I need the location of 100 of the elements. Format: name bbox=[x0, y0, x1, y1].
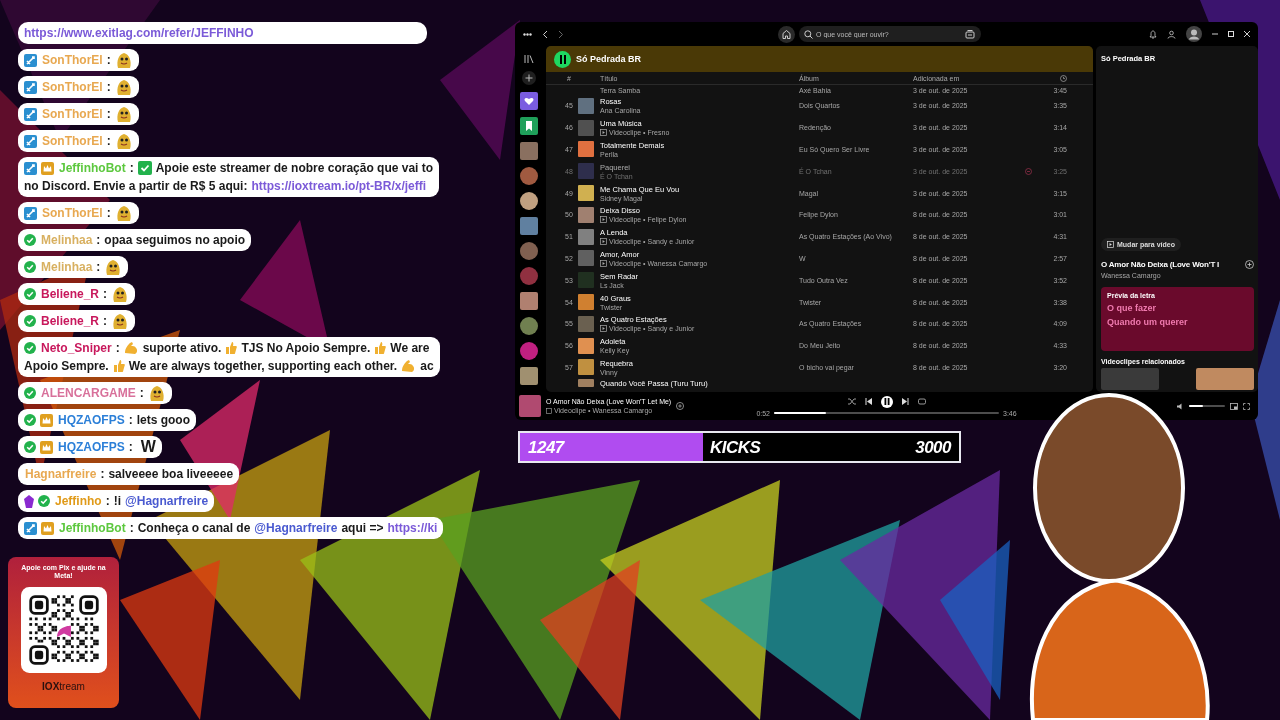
video-icon bbox=[1107, 241, 1114, 248]
add-circle-icon[interactable] bbox=[1245, 260, 1254, 269]
message-text: aqui => bbox=[341, 521, 384, 535]
message-text: ac bbox=[420, 359, 434, 373]
browse-icon[interactable] bbox=[965, 29, 975, 39]
message-text: opaa seguimos no apoio bbox=[104, 233, 246, 247]
maximize-icon[interactable] bbox=[1228, 31, 1234, 37]
user-avatar-icon[interactable] bbox=[1186, 26, 1202, 42]
album-cover bbox=[578, 272, 594, 289]
video-thumbnail[interactable] bbox=[1196, 368, 1254, 390]
crown-badge-icon bbox=[41, 521, 54, 535]
playlist-cover[interactable] bbox=[520, 317, 538, 335]
pause-icon bbox=[883, 398, 890, 405]
fullscreen-icon[interactable] bbox=[1243, 402, 1250, 410]
message-text: no Discord. Envie a partir de R$ 5 aqui: bbox=[24, 179, 248, 193]
message-text: suporte ativo. bbox=[142, 341, 222, 355]
forward-icon[interactable] bbox=[558, 29, 564, 39]
pause-icon bbox=[558, 54, 567, 64]
bookmark-icon[interactable] bbox=[520, 117, 538, 135]
playlist-cover[interactable] bbox=[520, 167, 538, 185]
message-text: : bbox=[96, 233, 101, 247]
verified-badge-icon bbox=[24, 441, 36, 453]
goal-target: 3000 bbox=[915, 438, 951, 458]
chat-username[interactable]: Beliene_R bbox=[41, 287, 100, 301]
album-cover bbox=[578, 228, 594, 245]
play-pause-button[interactable] bbox=[554, 50, 571, 68]
album-cover bbox=[578, 119, 594, 136]
message-text: : bbox=[115, 341, 120, 355]
message-text: : bbox=[106, 53, 111, 67]
message-text: : bbox=[100, 467, 105, 481]
message-text: : bbox=[139, 386, 144, 400]
album-cover bbox=[578, 97, 594, 114]
message-text: : bbox=[106, 107, 111, 121]
playlist-cover[interactable] bbox=[520, 342, 538, 360]
logo-text: IOXtream bbox=[42, 681, 85, 692]
verified-badge-icon bbox=[24, 261, 36, 273]
message-text: We are always together, supporting each other. bbox=[128, 359, 398, 373]
message-text: : bbox=[106, 80, 111, 94]
message-text: : bbox=[129, 161, 134, 175]
emote-icon bbox=[104, 258, 123, 276]
crown-badge-icon bbox=[40, 413, 53, 427]
sword-badge-icon bbox=[24, 161, 37, 175]
shuffle-icon[interactable] bbox=[847, 398, 856, 405]
message-text: We are bbox=[390, 341, 430, 355]
message-text: W bbox=[140, 438, 156, 456]
gem-badge-icon bbox=[24, 494, 34, 508]
emote-icon bbox=[114, 132, 133, 150]
notifications-icon[interactable] bbox=[1149, 29, 1157, 39]
chat-username[interactable]: Beliene_R bbox=[41, 314, 100, 328]
volume-icon[interactable] bbox=[1177, 402, 1184, 410]
flexed-arm-icon bbox=[401, 359, 417, 373]
message-text: : bbox=[106, 206, 111, 220]
emote-icon bbox=[111, 312, 130, 330]
playlist-cover[interactable] bbox=[520, 242, 538, 260]
previous-icon[interactable] bbox=[864, 398, 872, 405]
sword-badge-icon bbox=[24, 521, 37, 535]
add-icon[interactable] bbox=[522, 71, 536, 85]
chat-username[interactable]: HQZAOFPS bbox=[58, 440, 125, 454]
playlist-title: Só Pedrada BR bbox=[576, 54, 642, 64]
message-text: Apoio Sempre. bbox=[24, 359, 109, 373]
verified-badge-icon bbox=[24, 315, 36, 327]
goal-current: 1247 bbox=[528, 438, 564, 458]
flexed-arm-icon bbox=[123, 341, 139, 355]
message-text: : bbox=[96, 260, 101, 274]
verified-badge-icon bbox=[24, 342, 36, 354]
emote-icon bbox=[114, 78, 133, 96]
liked-songs-icon[interactable] bbox=[520, 92, 538, 110]
play-pause-button[interactable] bbox=[880, 395, 893, 408]
mention-link[interactable]: @Hagnarfreire bbox=[254, 521, 338, 535]
link[interactable]: https://www.exitlag.com/refer/JEFFINHO bbox=[24, 26, 421, 40]
playlist-cover[interactable] bbox=[520, 192, 538, 210]
chat-username[interactable]: Neto_Sniper bbox=[41, 341, 112, 355]
close-icon[interactable] bbox=[1244, 31, 1250, 37]
next-icon[interactable] bbox=[901, 398, 909, 405]
album-cover bbox=[578, 294, 594, 311]
message-text: TJS No Apoio Sempre. bbox=[241, 341, 371, 355]
message-text: Apoie este streamer de nobre coração que vai to bbox=[155, 161, 434, 175]
sword-badge-icon bbox=[24, 206, 37, 220]
lyrics-line: O que fazer bbox=[1107, 303, 1157, 313]
home-icon[interactable] bbox=[778, 25, 795, 43]
add-circle-icon[interactable] bbox=[676, 402, 685, 410]
message-text: Conheça o canal de bbox=[137, 521, 251, 535]
back-icon[interactable] bbox=[542, 29, 548, 39]
clock-icon bbox=[1060, 74, 1067, 82]
message-text: : bbox=[128, 440, 133, 454]
repeat-icon[interactable] bbox=[917, 398, 926, 405]
verified-badge-icon bbox=[38, 495, 50, 507]
friends-icon[interactable] bbox=[1167, 29, 1176, 39]
mention-link[interactable]: @Hagnarfreire bbox=[125, 494, 209, 508]
miniplayer-icon[interactable] bbox=[1230, 402, 1238, 410]
link[interactable]: https://ioxtream.io/pt-BR/x/jeffi bbox=[251, 179, 427, 193]
verified-badge-icon bbox=[24, 414, 36, 426]
link[interactable]: https://ki bbox=[387, 521, 438, 535]
message-text: : bbox=[106, 134, 111, 148]
emote-icon bbox=[114, 105, 133, 123]
chat-username[interactable]: HQZAOFPS bbox=[58, 413, 125, 427]
more-options-icon[interactable] bbox=[523, 32, 532, 36]
message-text: lets gooo bbox=[136, 413, 190, 427]
library-icon[interactable] bbox=[524, 54, 534, 64]
video-thumbnail[interactable] bbox=[1101, 368, 1159, 390]
